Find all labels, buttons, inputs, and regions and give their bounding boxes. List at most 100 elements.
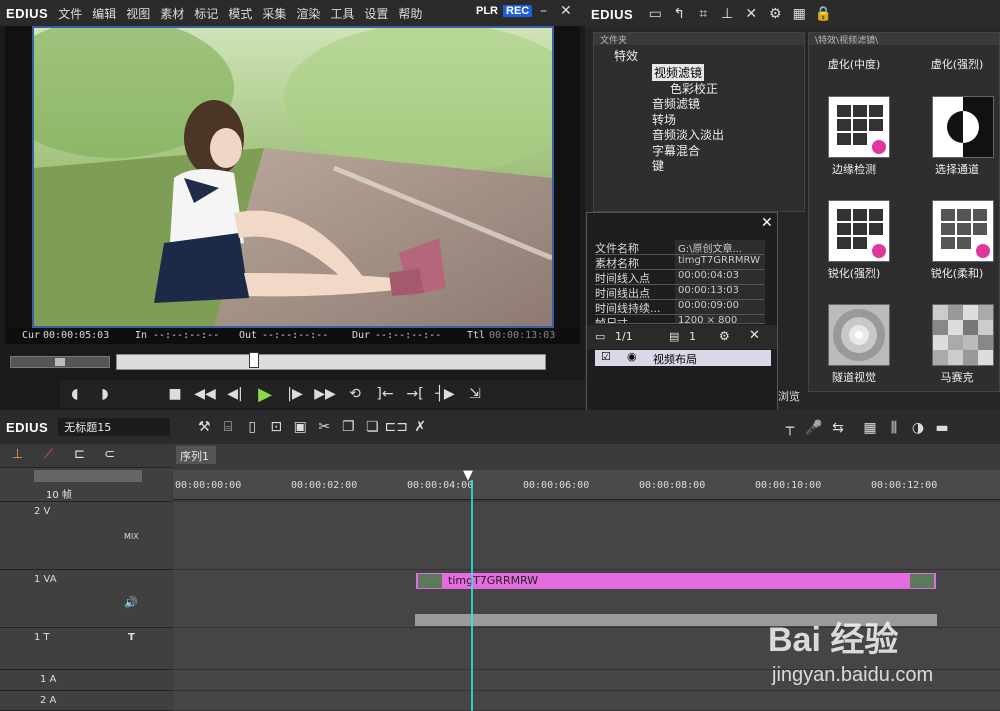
edge-detect-thumb-icon[interactable]: [828, 96, 890, 158]
shuttle-handle[interactable]: [55, 358, 65, 366]
table-icon[interactable]: ▦: [858, 420, 882, 436]
track-header-1va[interactable]: 1 VA 🔊: [0, 570, 172, 628]
tree-node-audio-filters[interactable]: 音频滤镜: [652, 95, 700, 112]
up-folder-icon[interactable]: ↰: [667, 6, 691, 22]
ripple-delete-icon[interactable]: ✗: [408, 419, 432, 435]
lock-icon[interactable]: 🔒: [811, 6, 835, 22]
rec-toggle[interactable]: REC: [503, 5, 533, 17]
tree-node-keyers[interactable]: 键: [652, 157, 664, 174]
tunnel-vision-thumb-icon[interactable]: [828, 304, 890, 366]
zoom-level[interactable]: 10 帧: [46, 486, 72, 501]
import-icon[interactable]: ⊥: [715, 6, 739, 22]
effect-tunnel-vision[interactable]: 隧道视觉: [809, 369, 899, 385]
menu-help[interactable]: 帮助: [398, 5, 422, 22]
tree-node-video-filters[interactable]: 视频滤镜: [652, 64, 705, 81]
folder-icon[interactable]: ▭: [643, 6, 667, 22]
channel-select-thumb-icon[interactable]: [932, 96, 994, 158]
color-wheel-icon[interactable]: ◑: [906, 420, 930, 436]
save-icon[interactable]: ▣: [288, 419, 312, 435]
magnet-icon[interactable]: ⟋: [44, 447, 53, 462]
open-icon[interactable]: ⊡: [264, 419, 288, 435]
effect-blur-medium[interactable]: 虚化(中度): [809, 56, 899, 72]
link-icon[interactable]: ⊏⊐: [384, 419, 408, 435]
delete-icon[interactable]: ✕: [739, 6, 763, 22]
fast-forward-icon[interactable]: ▶▶: [310, 382, 340, 406]
properties-icon[interactable]: ⚙: [763, 6, 787, 22]
trim-icon[interactable]: ┤▶: [430, 382, 460, 406]
mixer-icon[interactable]: ⫼: [882, 420, 906, 436]
set-in-icon[interactable]: ◖: [60, 382, 90, 406]
insert-icon[interactable]: ]←: [370, 382, 400, 406]
effect-sharpen-strong[interactable]: 锐化(强烈): [809, 265, 899, 281]
menu-settings[interactable]: 设置: [364, 5, 388, 22]
new-icon[interactable]: ▯: [240, 419, 264, 435]
effect-list-item[interactable]: ☑ ◉ 视频布局: [595, 350, 771, 366]
menu-capture[interactable]: 采集: [262, 5, 286, 22]
menu-tools[interactable]: 工具: [330, 5, 354, 22]
paste-icon[interactable]: ❏: [360, 419, 384, 435]
effect-sharpen-soft[interactable]: 锐化(柔和): [912, 265, 1000, 281]
menu-mode[interactable]: 模式: [228, 5, 252, 22]
position-bar[interactable]: [116, 354, 546, 370]
effect-blur-strong[interactable]: 虚化(强烈): [912, 56, 1000, 72]
timeline-clip[interactable]: timgT7GRRMRW: [415, 572, 937, 590]
zoom-slider[interactable]: [34, 470, 142, 482]
mode-icon[interactable]: ⚒: [192, 419, 216, 435]
ripple-icon[interactable]: ⊏: [74, 447, 85, 462]
tree-node-audio-fades[interactable]: 音频淡入淡出: [652, 126, 724, 143]
menu-render[interactable]: 渲染: [296, 5, 320, 22]
set-out-icon[interactable]: ◗: [90, 382, 120, 406]
track-header-2a[interactable]: 2 A: [0, 691, 172, 711]
menu-edit[interactable]: 编辑: [92, 5, 116, 22]
sharpen-soft-thumb-icon[interactable]: [932, 200, 994, 262]
view-mode-icon[interactable]: ▦: [787, 6, 811, 22]
export-icon[interactable]: ⇲: [460, 382, 490, 406]
link-tracks-icon[interactable]: ⊂: [104, 447, 115, 462]
remove-effect-icon[interactable]: ✕: [749, 328, 760, 343]
info-close-icon[interactable]: ✕: [761, 215, 773, 231]
effect-mosaic[interactable]: 马赛克: [912, 369, 1000, 385]
overwrite-icon[interactable]: →[: [400, 382, 430, 406]
sync-lock-icon[interactable]: ⊥: [12, 447, 23, 462]
track-lane-2v[interactable]: [173, 502, 1000, 570]
cut-icon[interactable]: ✂: [312, 419, 336, 435]
sharpen-strong-thumb-icon[interactable]: [828, 200, 890, 262]
track-header-1t[interactable]: 1 T T: [0, 628, 172, 670]
hierarchy-icon[interactable]: ⌗: [691, 6, 715, 22]
stop-icon[interactable]: ■: [160, 382, 190, 406]
speaker-icon[interactable]: 🔊: [124, 596, 138, 609]
effect-settings-icon[interactable]: ⚙: [719, 329, 730, 343]
menu-view[interactable]: 视图: [126, 5, 150, 22]
rewind-icon[interactable]: ◀◀: [190, 382, 220, 406]
render-icon[interactable]: ⇆: [826, 420, 850, 436]
sequence-tab[interactable]: 序列1: [176, 446, 216, 464]
minimize-button[interactable]: –: [540, 3, 547, 19]
copy-icon[interactable]: ❐: [336, 419, 360, 435]
window-icon[interactable]: ▬: [930, 420, 954, 436]
effect-select-channel[interactable]: 选择通道: [912, 161, 1000, 177]
checkbox-icon[interactable]: ☑: [601, 350, 611, 363]
voiceover-icon[interactable]: 🎤: [802, 420, 826, 436]
trim-mode-icon[interactable]: ┬: [778, 420, 802, 436]
menu-marker[interactable]: 标记: [194, 5, 218, 22]
tree-node-effects[interactable]: 特效: [614, 47, 638, 64]
track-header-1a[interactable]: 1 A: [0, 670, 172, 691]
plr-toggle[interactable]: PLR: [476, 5, 498, 17]
play-icon[interactable]: ▶: [250, 382, 280, 406]
loop-icon[interactable]: ⟲: [340, 382, 370, 406]
step-forward-icon[interactable]: |▶: [280, 382, 310, 406]
scrub-area[interactable]: [10, 352, 550, 374]
time-ruler[interactable]: 00:00:00:00 00:00:02:00 00:00:04:00 00:0…: [173, 468, 1000, 500]
track-lane-2a[interactable]: [173, 691, 1000, 711]
close-button[interactable]: ✕: [560, 3, 572, 19]
project-name-field[interactable]: 无标题15: [58, 418, 171, 436]
menu-file[interactable]: 文件: [58, 5, 82, 22]
snapshot-icon[interactable]: ⌸: [216, 419, 240, 435]
menu-clip[interactable]: 素材: [160, 5, 184, 22]
mosaic-thumb-icon[interactable]: [932, 304, 994, 366]
browse-tab[interactable]: 浏览: [778, 388, 800, 404]
track-header-2v[interactable]: 2 V MIX: [0, 502, 172, 570]
effect-edge-detect[interactable]: 边缘检测: [809, 161, 899, 177]
position-handle[interactable]: [249, 352, 260, 368]
step-back-icon[interactable]: ◀|: [220, 382, 250, 406]
